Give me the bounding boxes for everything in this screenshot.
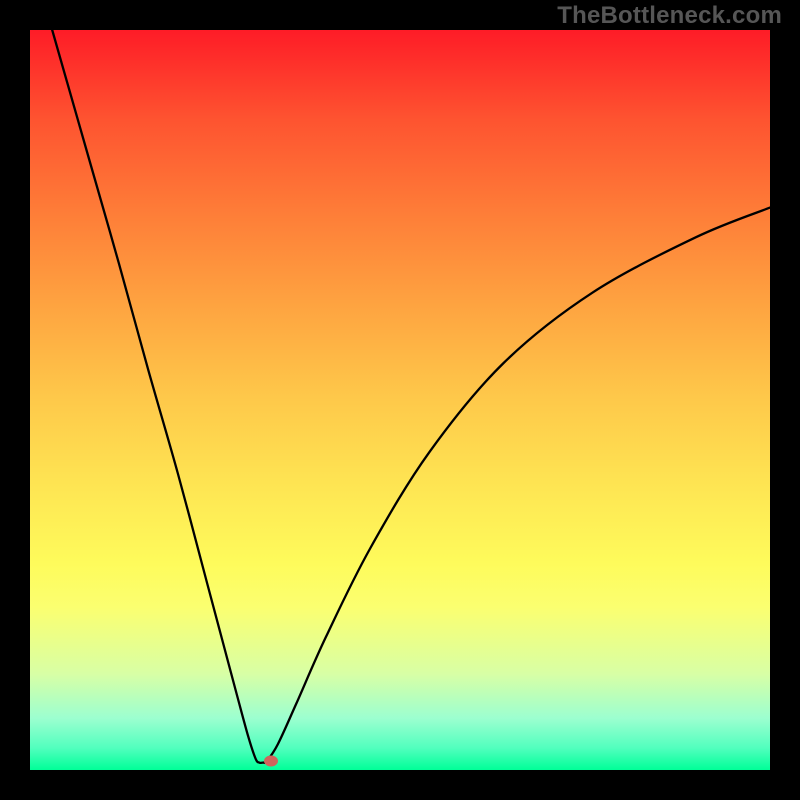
plot-area [30, 30, 770, 770]
watermark-text: TheBottleneck.com [557, 2, 782, 30]
bottleneck-curve [52, 30, 770, 763]
chart-frame: TheBottleneck.com [0, 0, 800, 800]
curve-svg [30, 30, 770, 770]
